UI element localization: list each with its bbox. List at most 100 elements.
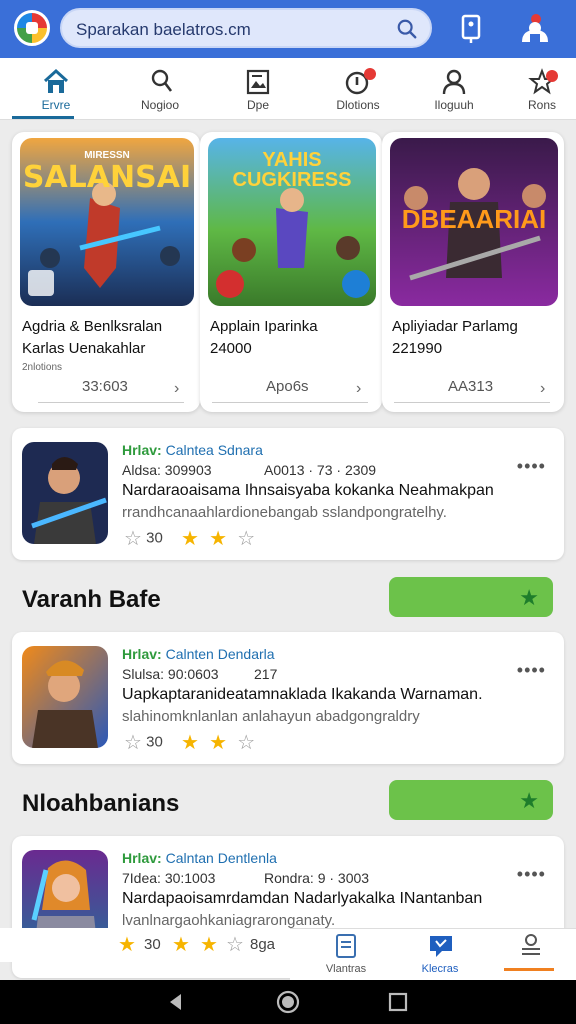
- nav-klecras[interactable]: Klecras: [392, 929, 488, 981]
- active-nav-indicator: [504, 968, 554, 971]
- rating-value: 30: [146, 529, 163, 547]
- game-art: MIRESSN SALANSAI: [20, 138, 194, 306]
- game-thumbnail: [22, 646, 108, 748]
- bottom-navigation: Vlantras Klecras: [290, 928, 576, 980]
- item-title: Hrlav: Calnten Dendarla: [122, 646, 275, 662]
- game-thumbnail: [22, 442, 108, 544]
- game-art: YAHIS CUGKIRESS: [208, 138, 376, 306]
- star-outline-icon: ☆: [237, 732, 256, 754]
- item-title: Hrlav: Calntea Sdnara: [122, 442, 263, 458]
- list-item[interactable]: Hrlav: Calntea Sdnara Aldsa: 309903 A001…: [12, 428, 564, 560]
- divider: [212, 402, 368, 403]
- tab-iloguuh[interactable]: Iloguuh: [406, 58, 502, 120]
- featured-card[interactable]: YAHIS CUGKIRESS Applain Iparinka 24000 Ap…: [200, 132, 382, 412]
- game-art: DBEAARIAI: [390, 138, 558, 306]
- section-action-button[interactable]: ★: [389, 780, 553, 820]
- document-icon: [336, 934, 356, 958]
- star-filled-icon: ★: [209, 732, 228, 754]
- card-price: 33:603: [82, 378, 128, 395]
- tab-label: Iloguuh: [434, 98, 474, 112]
- item-meta-date: Rondra: 9 · 3003: [264, 870, 370, 886]
- nav-vlantras[interactable]: Vlantras: [298, 929, 394, 981]
- art-title: YAHIS CUGKIRESS: [232, 149, 352, 191]
- search-bar[interactable]: Sparakan baelatros.cm: [60, 8, 432, 48]
- star-outline-icon: ☆: [124, 528, 142, 550]
- tab-rons[interactable]: Rons: [494, 58, 576, 120]
- image-icon: [246, 69, 270, 95]
- bookmark-icon[interactable]: [454, 12, 488, 46]
- star-outline-icon: ☆: [226, 934, 244, 956]
- system-navigation-bar: [0, 980, 576, 1024]
- active-tab-indicator: [12, 116, 74, 119]
- tab-label: Dpe: [246, 98, 269, 112]
- chevron-right-icon[interactable]: ›: [540, 380, 545, 398]
- section-action-button[interactable]: ★: [389, 577, 553, 617]
- tab-label: Rons: [527, 98, 556, 112]
- star-filled-icon: ★: [200, 934, 218, 956]
- nav-stack[interactable]: [482, 929, 576, 981]
- chat-icon: [430, 936, 452, 957]
- rating: ☆ 30 ★ ★ ☆: [118, 730, 255, 755]
- star-icon: ★: [519, 788, 539, 813]
- profile-notification-icon[interactable]: [518, 12, 552, 46]
- card-title: Agdria & Benlksralan Karlas Uenakahlar: [22, 318, 163, 357]
- rating-extra: 8ga: [250, 936, 276, 953]
- card-price: Apo6s: [266, 378, 309, 395]
- art-title: DBEAARIAI: [401, 204, 547, 234]
- item-description-secondary: lvanlnargaohkaniagraronganaty.: [122, 912, 336, 929]
- rating: ★ 30 ★ ★ ☆ 8ga: [0, 928, 290, 962]
- tab-nogioo[interactable]: Nogioo: [112, 58, 208, 120]
- item-meta: 7Idea: 30:1003: [122, 870, 216, 886]
- star-filled-icon: ★: [118, 934, 136, 956]
- item-description: Nardaraoaisama Ihnsaisyaba kokanka Neahm…: [122, 482, 494, 499]
- home-button-icon[interactable]: [276, 990, 300, 1014]
- featured-card[interactable]: MIRESSN SALANSAI Agdria & Benlksralan Kar…: [12, 132, 200, 412]
- star-filled-icon: ★: [172, 934, 190, 956]
- star-filled-icon: ★: [180, 528, 199, 550]
- item-description: Uapkaptaranideatamnaklada Ikakanda Warna…: [122, 686, 483, 703]
- item-title: Hrlav: Calntan Dentlenla: [122, 850, 277, 866]
- card-price: AA313: [448, 378, 494, 395]
- rating: ☆ 30 ★ ★ ☆: [118, 526, 255, 551]
- chevron-right-icon[interactable]: ›: [174, 380, 179, 398]
- more-options-icon[interactable]: ••••: [517, 456, 546, 477]
- item-meta: Aldsa: 309903: [122, 462, 212, 478]
- item-description-secondary: rrandhcanaahlardionebangab sslandpongrat…: [122, 504, 447, 521]
- divider: [38, 402, 184, 403]
- star-outline-icon: ☆: [237, 528, 256, 550]
- back-icon[interactable]: [166, 992, 186, 1012]
- item-description-secondary: slahinomknlanlan anlahayun abadgongraldr…: [122, 708, 420, 725]
- home-icon: [43, 68, 69, 93]
- star-outline-icon: ☆: [124, 732, 142, 754]
- section-title: Nloahbanians: [22, 790, 180, 817]
- card-subtitle: 2nlotions: [22, 362, 63, 373]
- card-title: Applain Iparinka 24000: [210, 318, 318, 357]
- app-logo[interactable]: [14, 10, 50, 46]
- item-meta-count: 217: [254, 666, 278, 682]
- list-item[interactable]: Hrlav: Calnten Dendarla Slulsa: 90:0603 …: [12, 632, 564, 764]
- tab-dpe[interactable]: Dpe: [210, 58, 306, 120]
- more-options-icon[interactable]: ••••: [517, 660, 546, 681]
- chevron-right-icon[interactable]: ›: [356, 380, 361, 398]
- rating-value: 30: [144, 936, 161, 953]
- top-app-bar: Sparakan baelatros.cm: [0, 0, 576, 58]
- notification-badge: [364, 68, 376, 80]
- card-title: Apliyiadar Parlamg 221990: [392, 318, 518, 357]
- recents-icon[interactable]: [388, 992, 408, 1012]
- nav-label: Klecras: [421, 963, 459, 975]
- tab-dlotions[interactable]: Dlotions: [310, 58, 406, 120]
- divider: [394, 402, 550, 403]
- star-icon: ★: [519, 585, 539, 610]
- featured-card[interactable]: DBEAARIAI Apliyiadar Parlamg 221990 AA313…: [382, 132, 564, 412]
- tab-home[interactable]: Ervre: [8, 58, 104, 120]
- tab-label: Dlotions: [336, 98, 380, 112]
- rating-value: 30: [146, 733, 163, 751]
- more-options-icon[interactable]: ••••: [517, 864, 546, 885]
- star-filled-icon: ★: [209, 528, 228, 550]
- tab-label: Nogioo: [140, 98, 180, 112]
- search-input[interactable]: Sparakan baelatros.cm: [76, 20, 251, 40]
- item-meta: Slulsa: 90:0603: [122, 666, 219, 682]
- item-description: Nardapaoisamrdamdan Nadarlyakalka INanta…: [122, 890, 483, 907]
- star-filled-icon: ★: [180, 732, 199, 754]
- search-icon[interactable]: [396, 18, 418, 40]
